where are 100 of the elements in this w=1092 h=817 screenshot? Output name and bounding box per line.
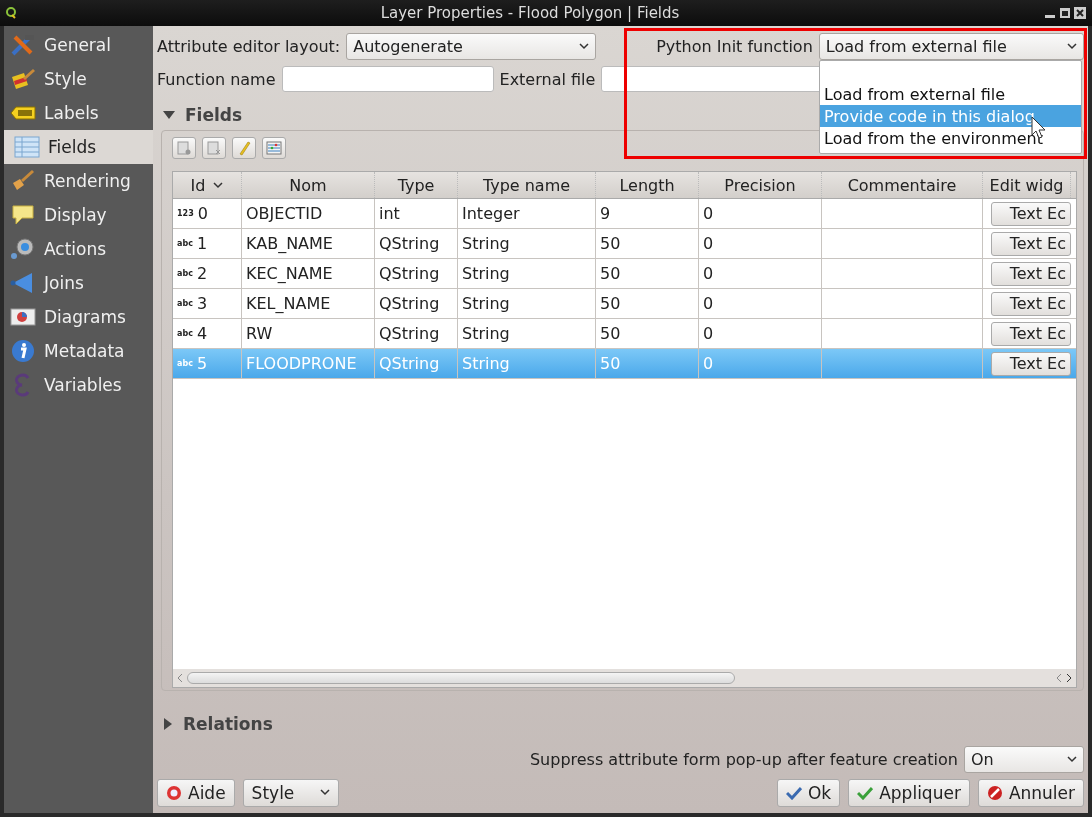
section-title[interactable]: Relations bbox=[183, 714, 273, 735]
sidebar-item[interactable]: Rendering bbox=[4, 164, 153, 198]
layout-dropdown[interactable]: Autogenerate bbox=[346, 32, 597, 60]
help-button[interactable]: Aide bbox=[157, 778, 235, 807]
table-row[interactable]: abc 3 KEL_NAME QString String 50 0 Text Ec bbox=[173, 289, 1076, 320]
field-label: Python Init function bbox=[656, 36, 813, 56]
field-label: External file bbox=[499, 69, 596, 89]
apply-button[interactable]: Appliquer bbox=[848, 778, 970, 807]
edit-button[interactable] bbox=[232, 137, 256, 160]
type-label: abc bbox=[177, 299, 193, 309]
brush-icon bbox=[10, 169, 36, 193]
table-cell: 3 bbox=[196, 294, 208, 314]
sidebar-item[interactable]: Actions bbox=[4, 232, 153, 266]
sidebar-item[interactable]: Style bbox=[4, 62, 153, 96]
column-header[interactable]: Type bbox=[375, 172, 458, 199]
type-label: abc bbox=[177, 359, 193, 369]
suppress-dropdown[interactable]: On bbox=[964, 746, 1084, 774]
table-cell: 9 bbox=[600, 204, 611, 224]
table-cell: QString bbox=[379, 294, 440, 314]
maximize-icon[interactable] bbox=[1059, 7, 1071, 19]
ok-button[interactable]: Ok bbox=[776, 778, 841, 807]
column-header[interactable]: Precision bbox=[699, 172, 822, 199]
delete-field-button[interactable] bbox=[202, 137, 226, 160]
table-row[interactable]: 123 0 OBJECTID int Integer 9 0 Text Ec bbox=[173, 199, 1076, 230]
window-title: Layer Properties - Flood Polygon | Fields bbox=[379, 4, 681, 22]
scroll-right-icon[interactable] bbox=[1066, 673, 1072, 684]
brush-icon bbox=[10, 67, 36, 91]
edit-widget-button[interactable]: Text Ec bbox=[991, 261, 1071, 286]
sidebar-item[interactable]: Metadata bbox=[4, 334, 153, 368]
app-logo-icon bbox=[6, 7, 16, 19]
sidebar-item[interactable]: Joins bbox=[4, 266, 153, 300]
diagram-icon bbox=[10, 305, 36, 329]
sidebar-item[interactable]: Display bbox=[4, 198, 153, 232]
table-cell: 0 bbox=[703, 354, 714, 374]
horizontal-scrollbar[interactable] bbox=[173, 669, 1076, 688]
table-cell: 0 bbox=[197, 204, 208, 224]
edit-widget-button[interactable]: Text Ec bbox=[991, 231, 1071, 256]
calculator-button[interactable] bbox=[262, 137, 286, 160]
table-cell: 50 bbox=[600, 294, 621, 314]
edit-widget-button[interactable]: Text Ec bbox=[991, 321, 1071, 346]
sidebar-item[interactable]: Variables bbox=[4, 368, 153, 402]
sidebar-item[interactable]: Labels bbox=[4, 96, 153, 130]
edit-widget-button[interactable]: Text Ec bbox=[991, 291, 1071, 316]
style-button[interactable]: Style bbox=[242, 778, 340, 807]
type-label: abc bbox=[177, 269, 193, 279]
table-cell: 0 bbox=[703, 294, 714, 314]
table-cell: 50 bbox=[600, 234, 621, 254]
table-cell: 2 bbox=[196, 264, 208, 284]
table-cell: KEL_NAME bbox=[246, 294, 331, 314]
column-header[interactable]: Type name bbox=[458, 172, 596, 199]
table-cell: 0 bbox=[703, 204, 714, 224]
section-title[interactable]: Fields bbox=[185, 104, 243, 125]
add-field-button[interactable] bbox=[172, 137, 196, 160]
close-icon[interactable] bbox=[1074, 7, 1086, 19]
tools-icon bbox=[10, 33, 36, 57]
table-row[interactable]: abc 4 RW QString String 50 0 Text Ec bbox=[173, 319, 1076, 350]
lifebuoy-icon bbox=[166, 784, 182, 801]
caret-icon bbox=[213, 181, 224, 189]
expand-triangle-icon[interactable] bbox=[163, 718, 173, 731]
column-header[interactable]: Id bbox=[173, 172, 242, 199]
field-label: Function name bbox=[157, 69, 276, 89]
function-name-field[interactable] bbox=[281, 66, 494, 93]
caret-icon bbox=[1066, 42, 1077, 50]
cancel-button[interactable]: Annuler bbox=[977, 778, 1084, 807]
table-cell: 5 bbox=[196, 354, 208, 374]
python-init-dropdown[interactable]: Load from external file bbox=[818, 32, 1084, 60]
table-cell: String bbox=[462, 264, 510, 284]
abacus-icon bbox=[266, 141, 282, 156]
speech-bubble-icon bbox=[10, 203, 36, 227]
table-cell: 0 bbox=[703, 264, 714, 284]
expand-triangle-icon[interactable] bbox=[163, 109, 175, 120]
table-cell: 0 bbox=[703, 234, 714, 254]
column-header[interactable]: Edit widg bbox=[983, 172, 1071, 199]
table-cell: QString bbox=[379, 324, 440, 344]
sidebar-item[interactable]: General bbox=[4, 28, 153, 62]
scroll-left-icon[interactable] bbox=[177, 673, 183, 684]
table-cell: 50 bbox=[600, 354, 621, 374]
sidebar-item[interactable]: Fields bbox=[4, 130, 153, 164]
table-row[interactable]: abc 5 FLOODPRONE QString String 50 0 Text Ec bbox=[173, 349, 1076, 380]
column-header[interactable]: Nom bbox=[242, 172, 375, 199]
caret-icon bbox=[579, 42, 590, 50]
caret-icon bbox=[1067, 756, 1077, 764]
column-header[interactable]: Length bbox=[596, 172, 699, 199]
field-label: Suppress attribute form pop-up after feature creation bbox=[529, 750, 958, 770]
table-cell: QString bbox=[379, 354, 440, 374]
edit-widget-button[interactable]: Text Ec bbox=[991, 351, 1071, 376]
table-cell: 50 bbox=[600, 264, 621, 284]
stop-icon bbox=[986, 784, 1003, 801]
table-cell: 50 bbox=[600, 324, 621, 344]
sidebar-item[interactable]: Diagrams bbox=[4, 300, 153, 334]
table-cell: FLOODPRONE bbox=[246, 354, 357, 374]
table-cell: 0 bbox=[703, 324, 714, 344]
table-row[interactable]: abc 1 KAB_NAME QString String 50 0 Text Ec bbox=[173, 229, 1076, 260]
caret-icon bbox=[320, 789, 331, 797]
table-row[interactable]: abc 2 KEC_NAME QString String 50 0 Text Ec bbox=[173, 259, 1076, 290]
table-cell: 1 bbox=[196, 234, 208, 254]
edit-widget-button[interactable]: Text Ec bbox=[991, 201, 1071, 226]
pencil-icon bbox=[237, 140, 251, 157]
table-cell: String bbox=[462, 324, 510, 344]
column-header[interactable]: Commentaire bbox=[822, 172, 983, 199]
